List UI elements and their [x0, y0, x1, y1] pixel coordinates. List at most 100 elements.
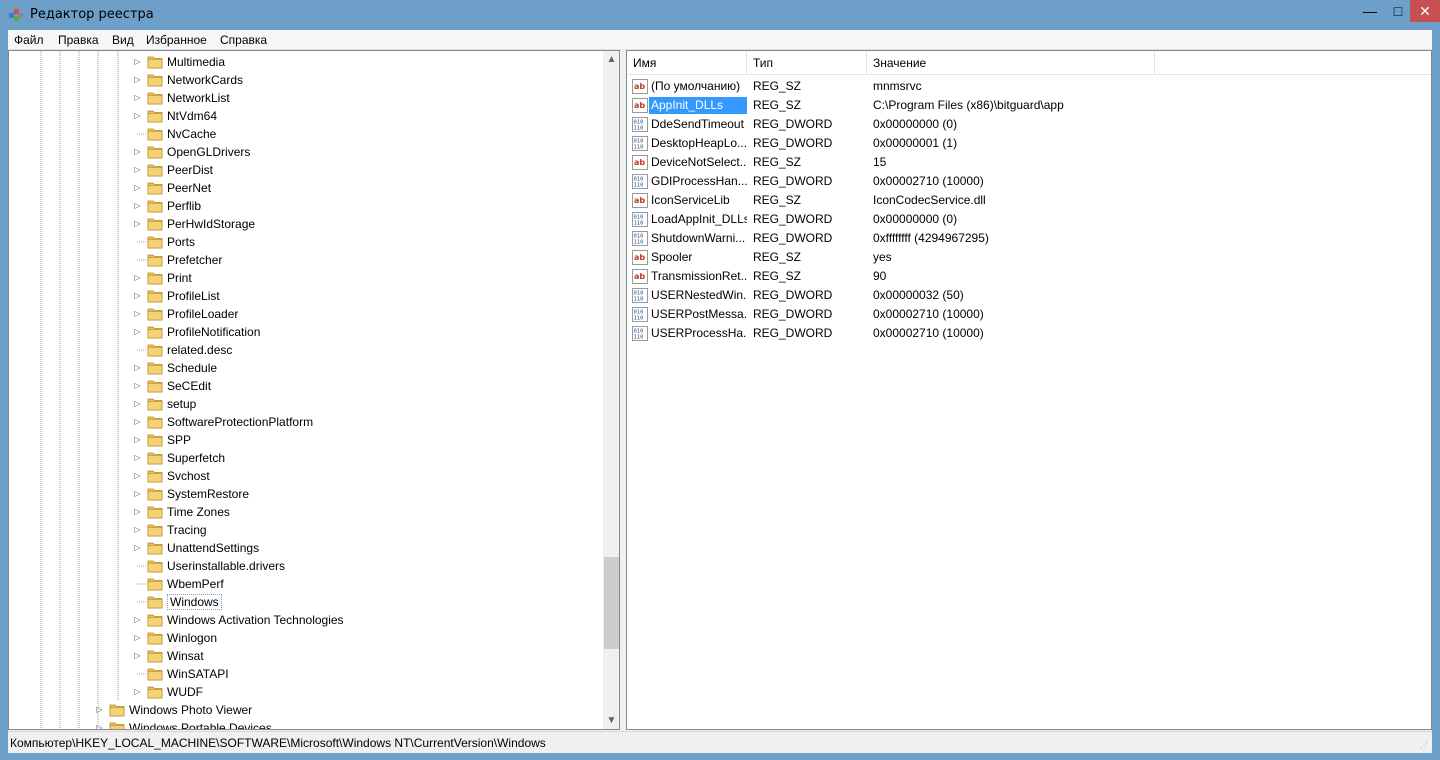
- tree-item[interactable]: ▷ Windows Portable Devices: [9, 719, 609, 729]
- list-row[interactable]: 010 110 USERProcessHa... REG_DWORD 0x0000271…: [627, 324, 1431, 343]
- column-header-type[interactable]: Тип: [747, 51, 867, 75]
- close-button[interactable]: ✕: [1410, 0, 1440, 22]
- menu-favorites[interactable]: Избранное: [146, 33, 207, 47]
- tree-item[interactable]: ▷ Winlogon: [9, 629, 609, 647]
- tree-item[interactable]: ▷ Svchost: [9, 467, 609, 485]
- scroll-thumb[interactable]: [604, 557, 619, 649]
- expand-arrow-icon[interactable]: ▷: [133, 687, 142, 696]
- scroll-up-arrow-icon[interactable]: ▲: [603, 51, 619, 68]
- expand-arrow-icon[interactable]: ▷: [133, 327, 142, 336]
- expand-arrow-icon[interactable]: ▷: [133, 273, 142, 282]
- column-header-value[interactable]: Значение: [867, 51, 1155, 75]
- list-row[interactable]: ab AppInit_DLLs REG_SZ C:\Program Files (x8…: [627, 96, 1431, 115]
- tree-item[interactable]: ▷ WUDF: [9, 683, 609, 701]
- tree-item[interactable]: ▷ OpenGLDrivers: [9, 143, 609, 161]
- expand-arrow-icon[interactable]: ▷: [133, 435, 142, 444]
- tree-item[interactable]: ▷ NetworkCards: [9, 71, 609, 89]
- tree-item[interactable]: ▷ Multimedia: [9, 53, 609, 71]
- list-row[interactable]: 010 110 USERNestedWin... REG_DWORD 0x0000003…: [627, 286, 1431, 305]
- expand-arrow-icon[interactable]: ▷: [133, 201, 142, 210]
- expand-arrow-icon[interactable]: ▷: [133, 111, 142, 120]
- list-row[interactable]: ab DeviceNotSelect... REG_SZ 15: [627, 153, 1431, 172]
- tree-item[interactable]: ▷ SoftwareProtectionPlatform: [9, 413, 609, 431]
- expand-arrow-icon[interactable]: ▷: [133, 525, 142, 534]
- values-list[interactable]: Имя Тип Значение ab (По умолчанию) REG_SZ m…: [626, 50, 1432, 730]
- list-row[interactable]: 010 110 GDIProcessHan... REG_DWORD 0x0000271…: [627, 172, 1431, 191]
- list-row[interactable]: 010 110 LoadAppInit_DLLs REG_DWORD 0x0000000…: [627, 210, 1431, 229]
- minimize-button[interactable]: —: [1356, 0, 1384, 22]
- tree-item[interactable]: ▷ Windows Activation Technologies: [9, 611, 609, 629]
- expand-arrow-icon[interactable]: ▷: [133, 543, 142, 552]
- expand-arrow-icon[interactable]: ▷: [133, 363, 142, 372]
- expand-arrow-icon[interactable]: ▷: [133, 633, 142, 642]
- expand-arrow-icon[interactable]: ▷: [133, 183, 142, 192]
- tree-item[interactable]: ▷ Time Zones: [9, 503, 609, 521]
- scroll-down-arrow-icon[interactable]: ▼: [603, 712, 619, 729]
- expand-arrow-icon[interactable]: ▷: [133, 57, 142, 66]
- expand-arrow-icon[interactable]: ▷: [133, 399, 142, 408]
- expand-arrow-icon[interactable]: ▷: [133, 309, 142, 318]
- expand-arrow-icon[interactable]: ▷: [95, 705, 104, 714]
- tree-item[interactable]: ▷ SystemRestore: [9, 485, 609, 503]
- expand-arrow-icon[interactable]: ▷: [133, 453, 142, 462]
- column-header-name[interactable]: Имя: [627, 51, 747, 75]
- tree-item[interactable]: ▷ Print: [9, 269, 609, 287]
- tree-item[interactable]: ▷ ProfileLoader: [9, 305, 609, 323]
- list-row[interactable]: ab Spooler REG_SZ yes: [627, 248, 1431, 267]
- expand-arrow-icon[interactable]: ▷: [133, 489, 142, 498]
- tree-item[interactable]: Ports: [9, 233, 609, 251]
- tree-item[interactable]: ▷ UnattendSettings: [9, 539, 609, 557]
- tree-item[interactable]: ▷ Winsat: [9, 647, 609, 665]
- expand-arrow-icon[interactable]: ▷: [133, 471, 142, 480]
- menu-file[interactable]: Файл: [14, 33, 44, 47]
- expand-arrow-icon[interactable]: ▷: [133, 165, 142, 174]
- registry-tree[interactable]: ▷ Multimedia ▷ NetworkCards ▷ NetworkList ▷ NtV…: [8, 50, 620, 730]
- list-row[interactable]: ab TransmissionRet... REG_SZ 90: [627, 267, 1431, 286]
- expand-arrow-icon[interactable]: ▷: [133, 651, 142, 660]
- tree-item[interactable]: ▷ SPP: [9, 431, 609, 449]
- tree-item[interactable]: WinSATAPI: [9, 665, 609, 683]
- expand-arrow-icon[interactable]: ▷: [133, 219, 142, 228]
- expand-arrow-icon[interactable]: ▷: [133, 93, 142, 102]
- tree-item[interactable]: related.desc: [9, 341, 609, 359]
- tree-item[interactable]: ▷ ProfileNotification: [9, 323, 609, 341]
- tree-item[interactable]: ▷ PerHwIdStorage: [9, 215, 609, 233]
- tree-item[interactable]: Prefetcher: [9, 251, 609, 269]
- expand-arrow-icon[interactable]: ▷: [133, 75, 142, 84]
- tree-item[interactable]: ▷ setup: [9, 395, 609, 413]
- list-row[interactable]: ab IconServiceLib REG_SZ IconCodecService.d…: [627, 191, 1431, 210]
- tree-item[interactable]: ▷ PeerNet: [9, 179, 609, 197]
- tree-item[interactable]: ▷ PeerDist: [9, 161, 609, 179]
- resize-grip-icon[interactable]: ⋰: [1420, 741, 1430, 751]
- tree-item[interactable]: WbemPerf: [9, 575, 609, 593]
- tree-item[interactable]: Windows: [9, 593, 609, 611]
- tree-item[interactable]: ▷ Schedule: [9, 359, 609, 377]
- tree-item[interactable]: Userinstallable.drivers: [9, 557, 609, 575]
- expand-arrow-icon[interactable]: ▷: [133, 381, 142, 390]
- menu-edit[interactable]: Правка: [58, 33, 99, 47]
- list-row[interactable]: 010 110 USERPostMessa... REG_DWORD 0x0000271…: [627, 305, 1431, 324]
- expand-arrow-icon[interactable]: ▷: [133, 417, 142, 426]
- list-row[interactable]: 010 110 ShutdownWarni... REG_DWORD 0xfffffff…: [627, 229, 1431, 248]
- tree-item[interactable]: ▷ Perflib: [9, 197, 609, 215]
- tree-item[interactable]: ▷ NetworkList: [9, 89, 609, 107]
- list-row[interactable]: ab (По умолчанию) REG_SZ mnmsrvc: [627, 77, 1431, 96]
- menu-view[interactable]: Вид: [112, 33, 134, 47]
- tree-item[interactable]: ▷ ProfileList: [9, 287, 609, 305]
- tree-item[interactable]: NvCache: [9, 125, 609, 143]
- tree-item[interactable]: ▷ NtVdm64: [9, 107, 609, 125]
- tree-item[interactable]: ▷ Windows Photo Viewer: [9, 701, 609, 719]
- menu-help[interactable]: Справка: [220, 33, 267, 47]
- list-row[interactable]: 010 110 DesktopHeapLo... REG_DWORD 0x0000000…: [627, 134, 1431, 153]
- tree-item[interactable]: ▷ SeCEdit: [9, 377, 609, 395]
- expand-arrow-icon[interactable]: ▷: [133, 147, 142, 156]
- tree-item[interactable]: ▷ Tracing: [9, 521, 609, 539]
- expand-arrow-icon[interactable]: ▷: [95, 723, 104, 729]
- expand-arrow-icon[interactable]: ▷: [133, 615, 142, 624]
- tree-item[interactable]: ▷ Superfetch: [9, 449, 609, 467]
- expand-arrow-icon[interactable]: ▷: [133, 291, 142, 300]
- maximize-button[interactable]: □: [1384, 0, 1412, 22]
- list-row[interactable]: 010 110 DdeSendTimeout REG_DWORD 0x00000000 …: [627, 115, 1431, 134]
- tree-vertical-scrollbar[interactable]: ▲ ▼: [603, 51, 619, 729]
- expand-arrow-icon[interactable]: ▷: [133, 507, 142, 516]
